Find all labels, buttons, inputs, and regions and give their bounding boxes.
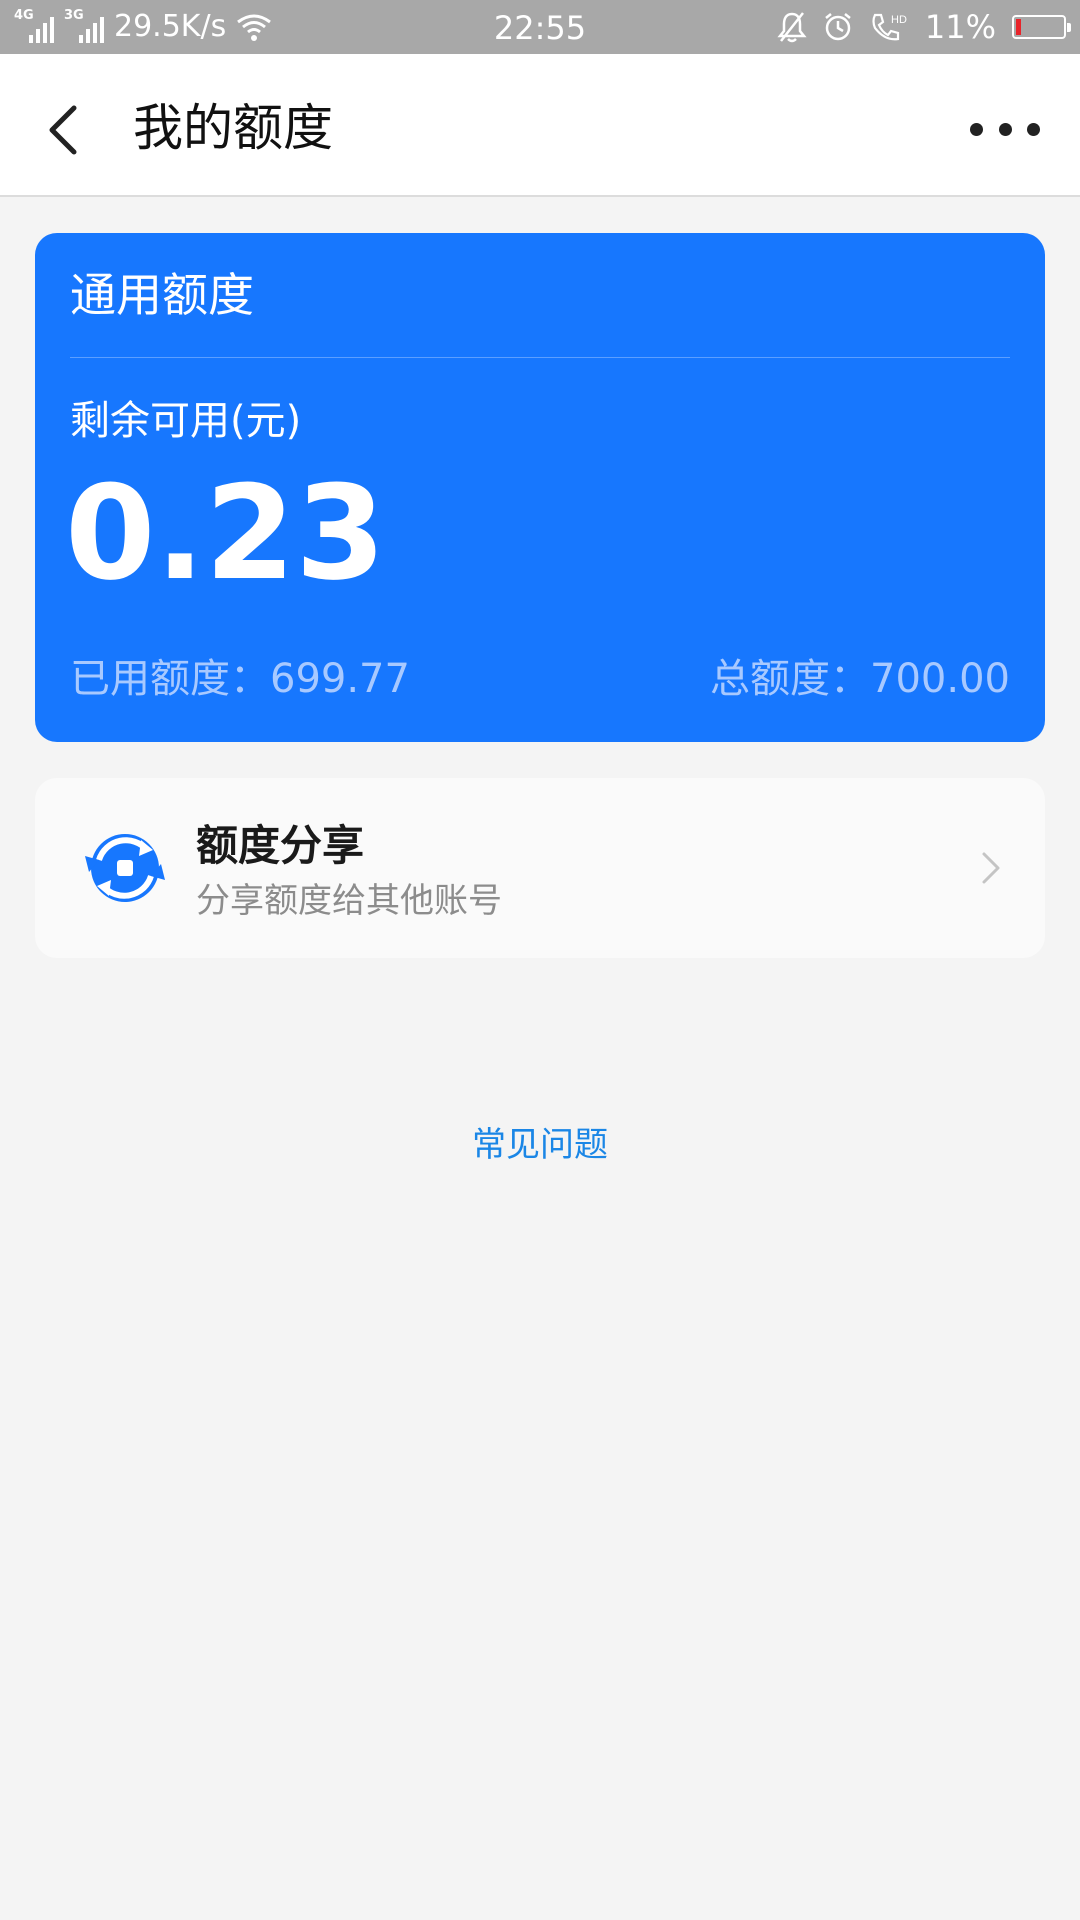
quota-card-title: 通用额度 bbox=[70, 268, 254, 322]
remaining-value: 0.23 bbox=[65, 457, 386, 609]
used-quota: 已用额度：699.77 bbox=[70, 656, 410, 702]
quota-share-item[interactable]: 额度分享 分享额度给其他账号 bbox=[35, 778, 1045, 958]
back-button[interactable] bbox=[40, 94, 90, 164]
divider bbox=[70, 357, 1010, 358]
share-title: 额度分享 bbox=[196, 821, 365, 870]
more-dot-icon bbox=[998, 122, 1012, 136]
hd-call-icon: HD bbox=[872, 13, 907, 41]
quota-card: 通用额度 剩余可用(元) 0.23 已用额度：699.77 总额度：700.00 bbox=[35, 233, 1045, 742]
total-quota: 总额度：700.00 bbox=[710, 656, 1010, 702]
back-arrow-icon bbox=[49, 105, 77, 155]
status-bar: 4G 3G 29.5K/s 22:55 HD 11% bbox=[0, 0, 1080, 54]
svg-text:HD: HD bbox=[891, 14, 907, 26]
share-subtitle: 分享额度给其他账号 bbox=[196, 881, 502, 921]
alarm-icon bbox=[825, 13, 851, 41]
status-right: HD 11% bbox=[777, 6, 1071, 48]
faq-link[interactable]: 常见问题 bbox=[0, 1120, 1080, 1170]
chevron-right-icon bbox=[982, 852, 1000, 884]
share-exchange-icon bbox=[85, 834, 165, 902]
page-title: 我的额度 bbox=[133, 99, 333, 157]
battery-icon bbox=[1012, 15, 1071, 39]
mute-bell-icon bbox=[777, 12, 807, 43]
more-options-button[interactable] bbox=[970, 104, 1040, 154]
app-bar: 我的额度 bbox=[0, 54, 1080, 197]
faq-label[interactable]: 常见问题 bbox=[472, 1125, 608, 1165]
remaining-label: 剩余可用(元) bbox=[70, 398, 302, 444]
battery-percent: 11% bbox=[924, 8, 996, 46]
battery-level bbox=[1016, 19, 1021, 35]
more-dot-icon bbox=[970, 122, 983, 136]
more-dot-icon bbox=[1027, 122, 1040, 136]
